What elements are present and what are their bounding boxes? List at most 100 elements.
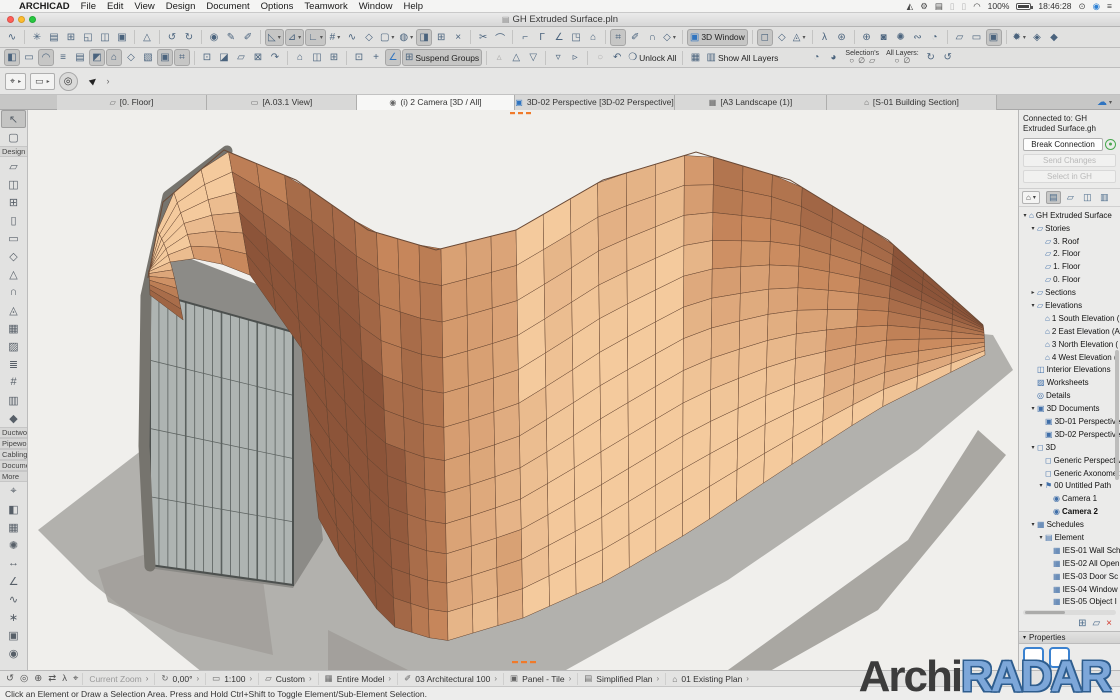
zoom-icon[interactable]: ⊕ xyxy=(34,673,42,684)
tab-view[interactable]: ▭[A.03.1 View] xyxy=(207,95,357,110)
tree-item-ies-05-object-i[interactable]: ▦IES-05 Object I xyxy=(1021,596,1120,609)
tree-item-00-untitled-path[interactable]: ▾⚑00 Untitled Path xyxy=(1021,479,1120,492)
fit-icon[interactable]: ⌖ xyxy=(73,673,78,684)
spotlight-3d-icon[interactable]: ✺ xyxy=(893,29,909,46)
guide-lines-icon[interactable]: ◺▾ xyxy=(265,29,284,46)
model-filter-segment[interactable]: ▦Entire Model› xyxy=(318,673,397,685)
wall-display-icon[interactable]: ◧ xyxy=(4,49,20,66)
break-connection-button[interactable]: Break Connection xyxy=(1023,138,1103,151)
shell-display-icon[interactable]: ◠ xyxy=(38,49,54,66)
figure-tool[interactable]: ▣ xyxy=(0,626,27,644)
new-folder-icon[interactable]: ▱ xyxy=(1092,618,1100,629)
all-layers-group-icon-0[interactable]: ○ xyxy=(895,57,900,65)
copy-settings-icon[interactable]: ▤ xyxy=(46,29,62,46)
menu-options[interactable]: Options xyxy=(261,1,294,12)
tree-item-camera-1[interactable]: ◉Camera 1 xyxy=(1021,492,1120,505)
menu-design[interactable]: Design xyxy=(166,1,196,12)
project-chooser-button[interactable]: ⌂▾ xyxy=(1022,191,1040,204)
lamp-tool[interactable]: ✺ xyxy=(0,536,27,554)
menu-document[interactable]: Document xyxy=(206,1,249,12)
render-settings-icon[interactable]: ✹▾ xyxy=(1011,29,1028,46)
pan-icon[interactable]: ⇄ xyxy=(48,673,56,684)
object-tool[interactable]: ◆ xyxy=(0,409,27,427)
cutplane-icon[interactable]: ◇ xyxy=(774,29,790,46)
fill-display-icon[interactable]: ▧ xyxy=(140,49,156,66)
menu-window[interactable]: Window xyxy=(359,1,393,12)
stair-tool[interactable]: ≣ xyxy=(0,355,27,373)
pen-set-segment[interactable]: ▱Custom› xyxy=(258,673,318,685)
suspend-groups-button[interactable]: ⊞Suspend Groups xyxy=(402,49,482,66)
partial-structure-icon[interactable]: ▣ xyxy=(157,49,173,66)
capture-icon[interactable]: ▣ xyxy=(986,29,1002,46)
properties-section-header[interactable]: ▾Properties xyxy=(1019,631,1120,644)
section-marker-icon[interactable]: ⌐ xyxy=(517,29,533,46)
spline-tool[interactable]: ∿ xyxy=(0,590,27,608)
favorite-swatch[interactable] xyxy=(1049,647,1070,668)
pick-up-parameters-icon[interactable]: ◉ xyxy=(206,29,222,46)
tree-item-3d-02-perspective[interactable]: ▣3D-02 Perspective xyxy=(1021,428,1120,441)
zoom-segment[interactable]: Current Zoom› xyxy=(82,673,154,685)
tree-horizontal-scrollbar[interactable] xyxy=(1023,610,1116,615)
spotlight-icon[interactable]: ⊙ xyxy=(1078,1,1085,12)
minimize-window-button[interactable] xyxy=(18,16,25,23)
tree-item-3d[interactable]: ▾◻3D xyxy=(1021,441,1120,454)
angle-dimension-tool[interactable]: ∠ xyxy=(0,572,27,590)
tree-item-ies-02-all-open[interactable]: ▦IES-02 All Open xyxy=(1021,557,1120,570)
door-tool[interactable]: ◫ xyxy=(0,175,27,193)
style-3d-icon[interactable]: ◬▾ xyxy=(791,29,808,46)
close-window-button[interactable] xyxy=(7,16,14,23)
beam-tool[interactable]: ▭ xyxy=(0,229,27,247)
text-box-icon[interactable]: ▱ xyxy=(233,49,249,66)
layout-book-mode[interactable]: ◫ xyxy=(1080,191,1095,204)
marquee-settings[interactable]: ▭▸ xyxy=(30,73,55,90)
layer-segment[interactable]: ▣Panel - Tile› xyxy=(503,673,577,685)
crop-icon[interactable]: ⊠ xyxy=(250,49,266,66)
tab-camera[interactable]: ◉(i) 2 Camera [3D / All] xyxy=(357,95,515,110)
3d-scene[interactable] xyxy=(28,110,1018,670)
selections-group-icon-0[interactable]: ○ xyxy=(849,57,854,65)
grid-display-icon[interactable]: ⌗ xyxy=(174,49,190,66)
transform-icon[interactable]: ⊡ xyxy=(199,49,215,66)
tree-expander[interactable]: ▾ xyxy=(1021,212,1029,219)
tree-item-elevations[interactable]: ▾▱Elevations xyxy=(1021,299,1120,312)
roof-tool[interactable]: △ xyxy=(0,265,27,283)
rotate-icon[interactable]: ◱ xyxy=(80,29,96,46)
zone-display-icon[interactable]: ⌂ xyxy=(106,49,122,66)
marker-display-icon[interactable]: ◇ xyxy=(123,49,139,66)
toolbox-section-docume[interactable]: Docume xyxy=(0,460,27,471)
zone-tool[interactable]: ▨ xyxy=(0,337,27,355)
tree-expander[interactable]: ▾ xyxy=(1029,521,1037,528)
camera-tool[interactable]: ◉ xyxy=(0,644,27,662)
tree-item-schedules[interactable]: ▾▦Schedules xyxy=(1021,518,1120,531)
marquee-tool[interactable]: ▢ xyxy=(0,128,27,146)
tab-floor[interactable]: ▱[0. Floor] xyxy=(57,95,207,110)
tree-expander[interactable]: ▾ xyxy=(1029,444,1037,451)
toolbox-section-pipewor[interactable]: Pipewor xyxy=(0,438,27,449)
split-icon[interactable]: ✂ xyxy=(475,29,491,46)
window-tool[interactable]: ⊞ xyxy=(0,193,27,211)
toolbox-section-design[interactable]: Design xyxy=(0,146,27,157)
sketch-icon[interactable]: ✐ xyxy=(627,29,643,46)
expand-icon[interactable]: ▹ xyxy=(567,49,583,66)
toolbox-section-cabling[interactable]: Cabling xyxy=(0,449,27,460)
show-all-layers-button[interactable]: ▥Show All Layers xyxy=(704,49,780,66)
teamwork-status-icon[interactable]: ∿ xyxy=(4,29,20,46)
tree-item-ies-04-window[interactable]: ▦IES-04 Window xyxy=(1021,583,1120,596)
tree-vertical-scrollbar[interactable] xyxy=(1115,350,1119,480)
menu-archicad[interactable]: ARCHICAD xyxy=(19,1,70,12)
favorites-icon[interactable]: ✳ xyxy=(29,29,45,46)
gravity-icon[interactable]: ∿ xyxy=(344,29,360,46)
tree-expander[interactable]: ▾ xyxy=(1037,534,1045,541)
selections-group-icon-2[interactable]: ▱ xyxy=(869,57,875,65)
tree-item-worksheets[interactable]: ▨Worksheets xyxy=(1021,376,1120,389)
camera-angle-icon[interactable]: ∠ xyxy=(551,29,567,46)
toolbox-section-more[interactable]: More xyxy=(0,471,27,482)
angle-snap-icon[interactable]: ∠ xyxy=(385,49,401,66)
drag-icon[interactable]: ⊞ xyxy=(63,29,79,46)
tree-expander[interactable]: ▾ xyxy=(1029,405,1037,412)
tree-expander[interactable]: ▾ xyxy=(1037,482,1045,489)
walk-icon[interactable]: λ xyxy=(817,29,833,46)
clone-folder-icon[interactable]: ⊞ xyxy=(1078,618,1086,629)
toolbox-section-ductwor[interactable]: Ductwor xyxy=(0,427,27,438)
tree-expander[interactable]: ▾ xyxy=(1029,302,1037,309)
